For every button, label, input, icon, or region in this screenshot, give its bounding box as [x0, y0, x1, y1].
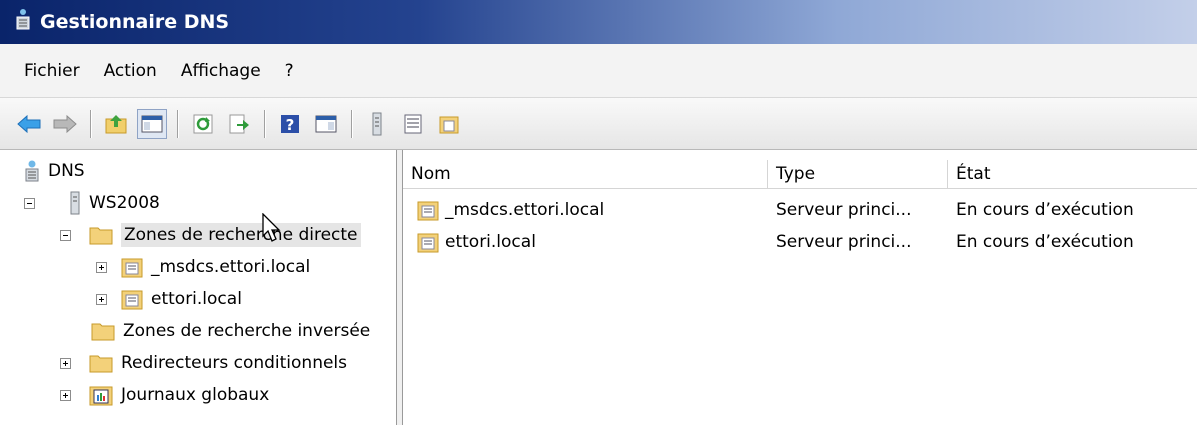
toolbar: ? [0, 98, 1197, 150]
title-bar: Gestionnaire DNS [0, 0, 1197, 44]
tree-label-forward-zones: Zones de recherche directe [121, 223, 361, 247]
window-title: Gestionnaire DNS [40, 11, 230, 33]
toolbar-separator [264, 109, 265, 138]
console-tree: DNS WS2008 Zones de recherche directe _m… [0, 150, 397, 425]
server-icon[interactable] [362, 109, 392, 139]
list-item[interactable]: ettori.local Serveur princi... En cours … [403, 227, 1197, 257]
menu-bar: Fichier Action Affichage ? [0, 44, 1197, 98]
folder-icon [89, 225, 113, 245]
properties-icon[interactable] [311, 109, 341, 139]
collapse-icon[interactable] [60, 229, 71, 241]
dns-icon [24, 160, 40, 182]
tree-label-ws2008: WS2008 [89, 193, 160, 213]
help-icon[interactable]: ? [275, 109, 305, 139]
tree-item-conditional-forwarders[interactable]: Redirecteurs conditionnels [60, 348, 347, 378]
server-icon [69, 191, 81, 215]
list-item[interactable]: _msdcs.ettori.local Serveur princi... En… [403, 195, 1197, 225]
export-list-icon[interactable] [224, 109, 254, 139]
svg-text:?: ? [286, 116, 295, 134]
folder-icon [91, 321, 115, 341]
list-header: Nom Type État [403, 160, 1197, 189]
expand-icon[interactable] [60, 357, 71, 369]
tree-label-msdcs-zone: _msdcs.ettori.local [151, 257, 311, 277]
zone-icon [417, 199, 439, 221]
zone-type: Serveur princi... [776, 200, 912, 220]
event-log-icon [89, 384, 113, 406]
results-pane: Nom Type État _msdcs.ettori.local Serveu… [403, 150, 1197, 425]
tree-item-ws2008[interactable]: WS2008 [24, 188, 160, 218]
expand-icon[interactable] [60, 389, 71, 401]
column-header-name[interactable]: Nom [403, 160, 768, 188]
column-header-state[interactable]: État [948, 160, 1197, 188]
list-view-icon[interactable] [398, 109, 428, 139]
zone-icon [121, 256, 143, 278]
tree-item-forward-zones[interactable]: Zones de recherche directe [60, 220, 361, 250]
collapse-icon[interactable] [24, 197, 35, 209]
menu-action[interactable]: Action [92, 61, 169, 81]
tree-label-dns: DNS [48, 161, 85, 181]
tree-item-global-logs[interactable]: Journaux globaux [60, 380, 269, 410]
zone-icon [417, 231, 439, 253]
toolbar-separator [177, 109, 178, 138]
expand-icon[interactable] [96, 261, 107, 273]
toolbar-separator [351, 109, 352, 138]
tree-label-ettori-zone: ettori.local [151, 289, 242, 309]
tree-item-msdcs-zone[interactable]: _msdcs.ettori.local [96, 252, 310, 282]
tree-item-reverse-zones[interactable]: Zones de recherche inversée [91, 316, 370, 346]
tree-label-conditional-forwarders: Redirecteurs conditionnels [121, 353, 348, 373]
back-arrow-icon[interactable] [14, 109, 44, 139]
folder-icon [89, 353, 113, 373]
zone-state: En cours d’exécution [956, 232, 1134, 252]
up-folder-icon[interactable] [101, 109, 131, 139]
zone-name: ettori.local [445, 232, 536, 252]
zone-icon[interactable] [434, 109, 464, 139]
refresh-icon[interactable] [188, 109, 218, 139]
tree-item-dns[interactable]: DNS [24, 156, 85, 186]
menu-fichier[interactable]: Fichier [12, 61, 92, 81]
menu-affichage[interactable]: Affichage [169, 61, 273, 81]
expand-icon[interactable] [96, 293, 107, 305]
dns-app-icon [14, 8, 32, 36]
tree-item-ettori-zone[interactable]: ettori.local [96, 284, 242, 314]
column-header-type[interactable]: Type [768, 160, 948, 188]
tree-label-global-logs: Journaux globaux [121, 385, 270, 405]
tree-label-reverse-zones: Zones de recherche inversée [123, 321, 371, 341]
show-hide-console-tree-icon[interactable] [137, 108, 167, 139]
zone-type: Serveur princi... [776, 232, 912, 252]
toolbar-separator [90, 109, 91, 138]
zone-state: En cours d’exécution [956, 200, 1134, 220]
zone-name: _msdcs.ettori.local [445, 200, 605, 220]
menu-help[interactable]: ? [273, 61, 306, 81]
mouse-cursor-icon [262, 212, 282, 248]
zone-icon [121, 288, 143, 310]
forward-arrow-icon[interactable] [50, 109, 80, 139]
